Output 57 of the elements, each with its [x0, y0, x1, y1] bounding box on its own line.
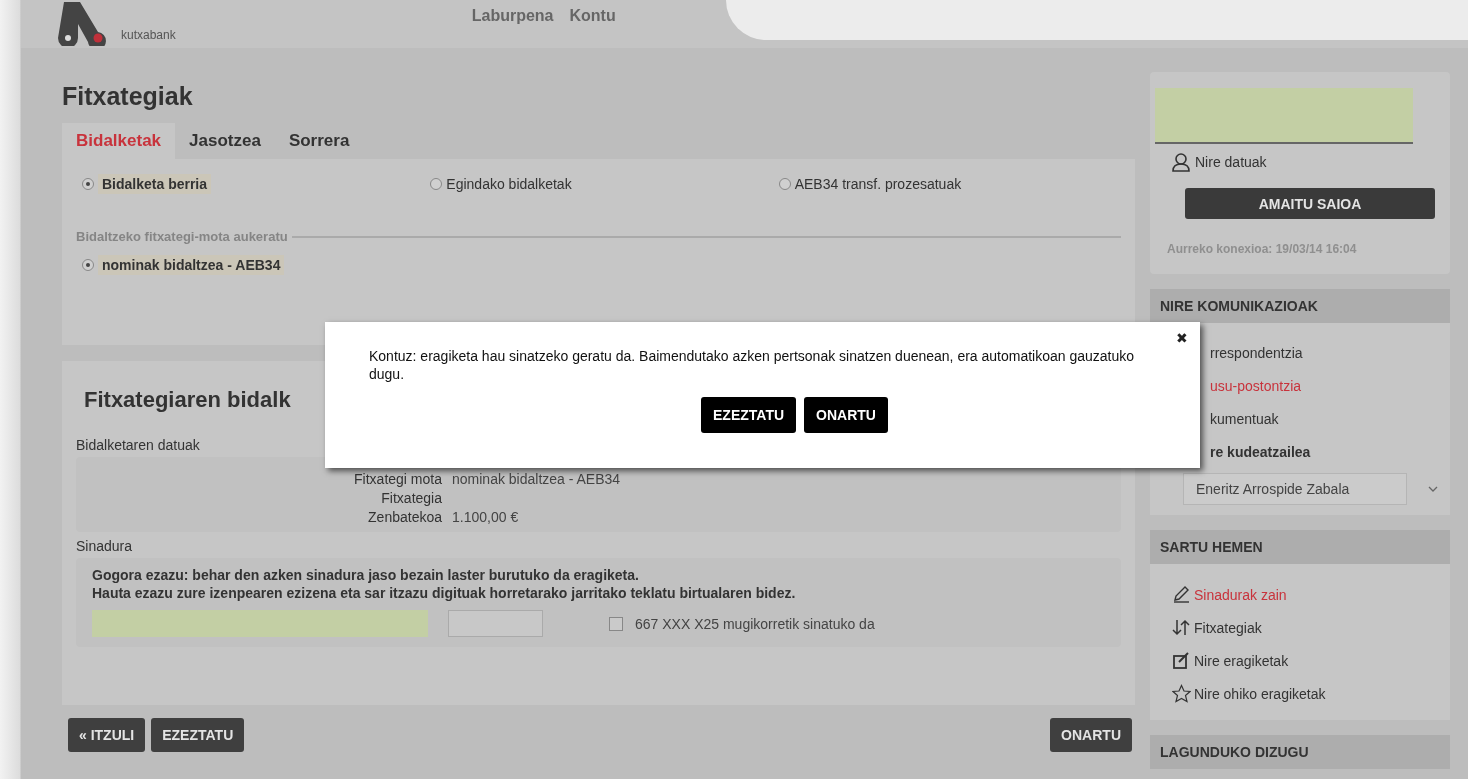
section-header: SARTU HEMEN [1150, 530, 1450, 564]
tab[interactable]: Sorrera [274, 123, 364, 159]
checkbox[interactable] [609, 616, 623, 631]
radio-option[interactable]: Bidalketa berria [76, 169, 425, 199]
section-header: LAGUNDUKO DIZUGU [1150, 735, 1450, 769]
subheading-text: re kudeatzailea [1209, 443, 1312, 462]
checkbox-label: 667 XXX X25 mugikorretik sinatuko da [635, 615, 875, 632]
dialog-button[interactable]: ONARTU [804, 397, 888, 433]
radio-label: Bidalketa berria [98, 174, 212, 194]
section-title: Fitxategiaren bidalk [84, 387, 292, 413]
logout-button[interactable]: AMAITU SAIOA [1185, 188, 1435, 219]
section-header: NIRE KOMUNIKAZIOAK [1150, 289, 1450, 323]
radio-label: AEB34 transf. prozesatuak [794, 176, 962, 192]
radio-button[interactable] [82, 259, 94, 271]
instruction-text: Hauta ezazu zure izenpearen ezizena eta sar itzazu digituak horretarako jarritako teklatu birtualaren bidez. [92, 584, 797, 602]
sidebar-link[interactable]: Nire eragiketak [1150, 644, 1450, 677]
field-label: Fitxategia [380, 489, 442, 506]
radio-option[interactable]: nominak bidaltzea - AEB34 [76, 250, 432, 280]
up-down-arrows-icon [1172, 618, 1191, 637]
section-label: Bidalketaren datuak [76, 437, 201, 453]
section-label: Sinadura [76, 538, 134, 554]
star-icon [1172, 684, 1191, 703]
action-button[interactable]: EZEZTATU [151, 718, 245, 752]
close-button[interactable]: ✖ [1176, 330, 1188, 346]
link-text: Nire ohiko eragiketak [1194, 685, 1326, 702]
radio-button[interactable] [778, 178, 791, 190]
link-text: Nire datuak [1195, 154, 1267, 170]
link-text: Nire eragiketak [1194, 652, 1289, 669]
page-title: Fitxategiak [62, 82, 194, 111]
action-button[interactable]: « ITZULI [68, 718, 146, 752]
radio-label: Egindako bidalketak [446, 176, 572, 192]
radio-label: nominak bidaltzea - AEB34 [98, 255, 285, 275]
logo-text: kutxabank [121, 28, 176, 42]
field-label: Fitxategi mota [353, 470, 442, 487]
edit-icon [1172, 651, 1191, 670]
user-icon [1171, 152, 1191, 172]
chevron-down-icon [1428, 486, 1438, 492]
radio-button[interactable] [82, 178, 94, 190]
section-legend: Bidaltzeko fitxategi-mota aukeratu [76, 229, 288, 244]
field-value: nominak bidaltzea - AEB34 [452, 470, 621, 487]
action-button[interactable]: ONARTU [1050, 718, 1132, 752]
dialog-message: Kontuz: eragiketa hau sinatzeko geratu da. Baimendutako azken pertsonak sinatzen duenean, era automatikoan gauzatuko dugu. [369, 347, 1136, 383]
radio-option[interactable]: Egindako bidalketak [424, 169, 773, 199]
instruction-text: Gogora ezazu: behar den azken sinadura jaso bezain laster burutuko da eragiketa. [92, 566, 640, 584]
link-text: Sinadurak zain [1194, 586, 1287, 603]
my-data-link[interactable]: Nire datuak [1171, 152, 1445, 172]
link-text: Fitxategiak [1194, 619, 1262, 636]
radio-option[interactable]: AEB34 transf. prozesatuak [772, 169, 1121, 199]
pencil-icon [1172, 585, 1191, 604]
field-label: Zenbatekoa [367, 508, 442, 525]
sidebar-link[interactable]: Fitxategiak [1150, 611, 1450, 644]
dialog-button[interactable]: EZEZTATU [701, 397, 797, 433]
field-value: 1.100,00 € [452, 508, 519, 525]
tab[interactable]: Jasotzea [175, 123, 275, 159]
pin-field[interactable] [448, 610, 543, 637]
sidebar-link[interactable]: Nire ohiko eragiketak [1150, 677, 1450, 710]
radio-button[interactable] [430, 178, 443, 190]
